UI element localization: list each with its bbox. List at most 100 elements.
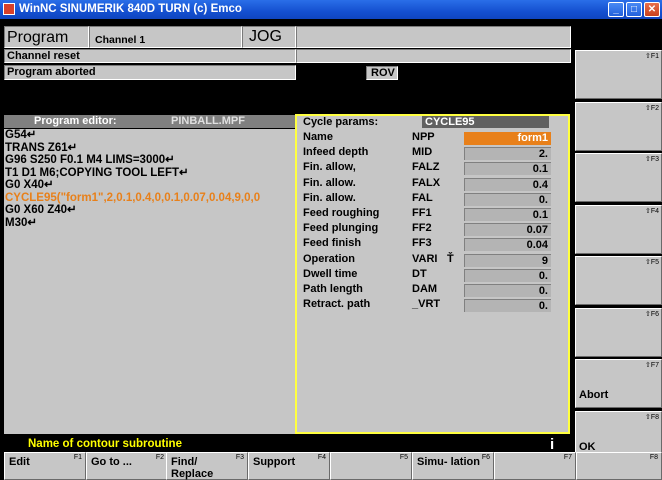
program-editor[interactable]: G54↵ TRANS Z61↵ G96 S250 F0.1 M4 LIMS=30… (4, 129, 296, 434)
vertical-softkey-6[interactable]: ⇧F6 (575, 308, 662, 357)
param-value-field[interactable]: 0.1 (464, 208, 551, 221)
maximize-button[interactable]: □ (626, 2, 642, 17)
softkey-fkey: ⇧F3 (644, 156, 659, 163)
vertical-softkey-3[interactable]: ⇧F3 (575, 153, 662, 202)
softkey-fkey: ⇧F5 (644, 259, 659, 266)
softkey-label: Simu- lation (417, 456, 480, 468)
channel-name: Channel 1 (95, 34, 146, 46)
vertical-softkey-5[interactable]: ⇧F5 (575, 256, 662, 305)
param-variable: FALX (412, 176, 441, 189)
code-line-current[interactable]: CYCLE95("form1",2,0.1,0.4,0,0.1,0.07,0.0… (4, 192, 296, 205)
softkey-fkey: F7 (563, 454, 572, 461)
toggle-mark: Ť (447, 252, 454, 265)
param-row[interactable]: Fin. allow, FALZ 0.1 (297, 161, 568, 176)
param-row[interactable]: Retract. path _VRT 0. (297, 298, 568, 313)
area-label: Program (7, 29, 69, 46)
param-variable: _VRT (412, 298, 441, 311)
editor-title: Program editor: (34, 115, 117, 127)
param-row[interactable]: Name NPP form1 (297, 131, 568, 146)
param-label: Fin. allow. (303, 176, 356, 189)
code-line[interactable]: G0 X40↵ (4, 179, 296, 192)
param-row[interactable]: Feed roughing FF1 0.1 (297, 207, 568, 222)
info-icon: i (550, 436, 555, 453)
param-value-field[interactable]: 0. (464, 268, 551, 282)
editor-filename: PINBALL.MPF (171, 115, 245, 127)
cycle-title: Cycle params: (303, 116, 379, 128)
param-variable: FALZ (412, 161, 440, 174)
mode-label: JOG (249, 28, 282, 45)
param-label: Fin. allow. (303, 191, 356, 204)
param-row[interactable]: Infeed depth MID 2. (297, 146, 568, 161)
param-label: Retract. path (303, 298, 371, 311)
param-value-field[interactable]: 2. (464, 147, 551, 161)
channel-field: Channel 1 (89, 26, 242, 48)
message-line: Name of contour subroutine (28, 438, 182, 450)
softkey-label: Support (253, 456, 296, 468)
param-value-field[interactable]: 9 (464, 253, 551, 267)
param-row[interactable]: Operation VARI Ť 9 (297, 253, 568, 268)
param-value-field[interactable]: 0.07 (464, 223, 551, 237)
param-value-field[interactable]: 0. (464, 284, 551, 297)
param-row[interactable]: Feed plunging FF2 0.07 (297, 222, 568, 237)
window-title-bar[interactable]: WinNC SINUMERIK 840D TURN (c) Emco _ □ ✕ (0, 0, 662, 19)
param-value-field[interactable]: 0.4 (464, 177, 551, 191)
softkey-label: Abort (579, 389, 609, 401)
code-line[interactable]: G96 S250 F0.1 M4 LIMS=3000↵ (4, 154, 296, 167)
minimize-button[interactable]: _ (608, 2, 624, 17)
param-value-field[interactable]: 0. (464, 192, 551, 206)
param-variable: VARI (412, 252, 438, 265)
channel-status-field: Channel reset (4, 49, 296, 63)
softkey-fkey: ⇧F1 (644, 53, 659, 60)
param-variable: DT (412, 267, 427, 280)
param-row[interactable]: Feed finish FF3 0.04 (297, 237, 568, 252)
code-line[interactable]: T1 D1 M6;COPYING TOOL LEFT↵ (4, 167, 296, 180)
param-label: Path length (303, 283, 363, 295)
app-icon (3, 3, 15, 15)
alarm-line (296, 49, 571, 63)
softkey-label: Edit (9, 456, 30, 468)
editor-title-bar: Program editor: PINBALL.MPF (4, 115, 296, 128)
param-label: Feed finish (303, 237, 362, 250)
param-variable: MID (412, 146, 433, 159)
param-row[interactable]: Fin. allow. FAL 0. (297, 192, 568, 207)
param-variable: FF2 (412, 222, 432, 235)
header-blank-field (296, 26, 571, 48)
param-row[interactable]: Fin. allow. FALX 0.4 (297, 177, 568, 192)
horizontal-softkey-2[interactable]: F2 Go to ... (86, 452, 168, 480)
param-row[interactable]: Dwell time DT 0. (297, 268, 568, 283)
param-value-field[interactable]: 0.04 (464, 238, 551, 252)
param-label: Infeed depth (303, 146, 369, 159)
vertical-softkey-2[interactable]: ⇧F2 (575, 102, 662, 151)
vertical-softkey-4[interactable]: ⇧F4 (575, 205, 662, 254)
rov-label: ROV (371, 67, 395, 79)
param-row[interactable]: Path length DAM 0. (297, 283, 568, 298)
softkey-fkey: ⇧F4 (644, 208, 659, 215)
window-title: WinNC SINUMERIK 840D TURN (c) Emco (19, 3, 242, 15)
vertical-softkey-7[interactable]: ⇧F7 Abort (575, 359, 662, 408)
code-line[interactable]: M30↵ (4, 217, 296, 230)
softkey-fkey: F5 (399, 454, 408, 461)
param-value-field[interactable]: 0.1 (464, 162, 551, 176)
param-label: Operation (303, 252, 355, 265)
softkey-label: Go to ... (91, 456, 132, 468)
close-button[interactable]: ✕ (644, 2, 660, 17)
area-field: Program (4, 26, 89, 48)
softkey-fkey: ⇧F8 (644, 414, 659, 421)
code-line[interactable]: G0 X60 Z40↵ (4, 204, 296, 217)
param-value-field[interactable]: form1 (464, 132, 551, 145)
horizontal-softkey-3[interactable]: F3 Find/ Replace (166, 452, 248, 480)
rov-indicator: ROV (366, 66, 398, 80)
code-line[interactable]: TRANS Z61↵ (4, 142, 296, 155)
horizontal-softkey-8[interactable]: F8 (576, 452, 662, 480)
code-line[interactable]: G54↵ (4, 129, 296, 142)
horizontal-softkey-1[interactable]: F1 Edit (4, 452, 86, 480)
param-value-field[interactable]: 0. (464, 299, 551, 313)
horizontal-softkey-5[interactable]: F5 (330, 452, 412, 480)
horizontal-softkey-7[interactable]: F7 (494, 452, 576, 480)
horizontal-softkey-6[interactable]: F6 Simu- lation (412, 452, 494, 480)
channel-status: Channel reset (7, 50, 80, 62)
vertical-softkey-1[interactable]: ⇧F1 (575, 50, 662, 99)
cycle-name: CYCLE95 (422, 116, 549, 128)
horizontal-softkey-4[interactable]: F4 Support (248, 452, 330, 480)
program-status-field: Program aborted (4, 65, 296, 80)
